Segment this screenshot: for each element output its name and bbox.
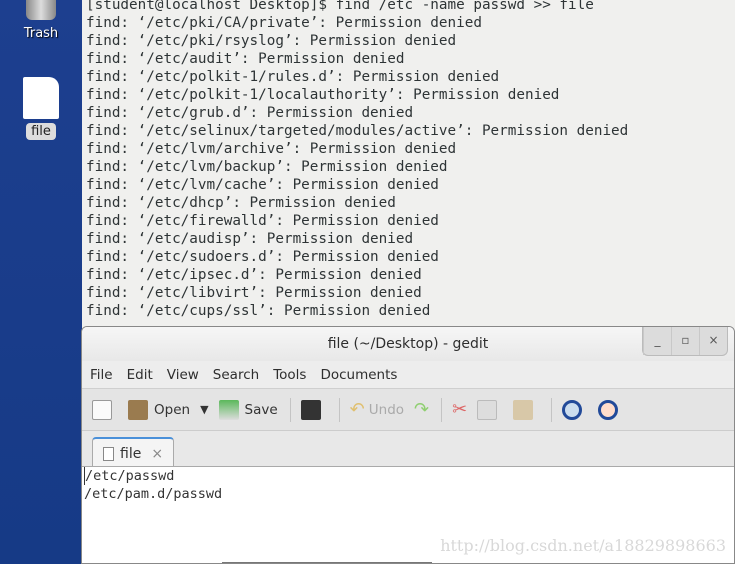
terminal-line: find: ‘/etc/grub.d’: Permission denied: [86, 105, 414, 121]
gedit-window: file (~/Desktop) - gedit _ ▫ × File Edit…: [81, 326, 735, 564]
terminal-line: find: ‘/etc/lvm/cache’: Permission denie…: [86, 177, 439, 193]
terminal-line: find: ‘/etc/pki/rsyslog’: Permission den…: [86, 33, 457, 49]
text-editor[interactable]: /etc/passwd /etc/pam.d/passwd http://blo…: [82, 466, 734, 563]
terminal-line: find: ‘/etc/libvirt’: Permission denied: [86, 285, 422, 301]
open-label: Open: [154, 401, 191, 418]
window-title: file (~/Desktop) - gedit: [327, 336, 489, 352]
terminal-line: find: ‘/etc/selinux/targeted/modules/act…: [86, 123, 629, 139]
save-button[interactable]: Save: [218, 399, 278, 420]
terminal-line: find: ‘/etc/ipsec.d’: Permission denied: [86, 267, 422, 283]
tab-label: file: [120, 445, 142, 462]
copy-icon: [477, 399, 498, 420]
tab-bar: file ×: [82, 431, 734, 468]
undo-icon: ↶: [349, 399, 365, 420]
new-document-icon: [92, 399, 112, 420]
trash-label: Trash: [23, 26, 59, 41]
separator: [551, 397, 553, 422]
terminal-line: find: ‘/etc/sudoers.d’: Permission denie…: [86, 249, 439, 265]
file-icon: [23, 77, 59, 119]
file-label: file: [26, 123, 56, 140]
redo-icon: ↷: [414, 399, 430, 420]
separator: [338, 397, 340, 422]
toolbar: Open ▼ Save ↶ Undo ↷ ✂: [82, 389, 734, 431]
cut-button[interactable]: ✂: [452, 399, 467, 420]
paste-button[interactable]: [513, 399, 539, 420]
tab-close-icon[interactable]: ×: [151, 446, 163, 462]
new-button[interactable]: [92, 399, 118, 420]
find-button[interactable]: [562, 399, 588, 420]
desktop-icon-trash[interactable]: Trash: [0, 0, 82, 41]
separator: [289, 397, 291, 422]
editor-line: /etc/pam.d/passwd: [84, 486, 223, 502]
title-bar[interactable]: file (~/Desktop) - gedit _ ▫ ×: [82, 327, 734, 361]
maximize-button[interactable]: ▫: [671, 327, 699, 355]
open-button[interactable]: Open ▼: [128, 399, 209, 420]
folder-icon: [128, 399, 148, 420]
paste-icon: [513, 399, 534, 420]
menu-search[interactable]: Search: [213, 367, 259, 383]
print-button[interactable]: [300, 399, 327, 420]
redo-button[interactable]: ↷: [414, 399, 429, 420]
menu-file[interactable]: File: [90, 367, 113, 383]
editor-line: /etc/passwd: [84, 467, 734, 485]
menu-tools[interactable]: Tools: [273, 367, 306, 383]
undo-button[interactable]: ↶ Undo: [350, 399, 404, 420]
desktop: Trash file: [0, 0, 82, 564]
minimize-button[interactable]: _: [643, 327, 671, 355]
separator: [441, 397, 443, 422]
chevron-down-icon[interactable]: ▼: [200, 403, 208, 416]
menu-documents[interactable]: Documents: [320, 367, 397, 383]
desktop-icon-file[interactable]: file: [0, 77, 82, 140]
terminal-line: find: ‘/etc/audisp’: Permission denied: [86, 231, 414, 247]
document-icon: [103, 446, 114, 461]
save-label: Save: [244, 401, 278, 418]
terminal-line: find: ‘/etc/cups/ssl’: Permission denied: [86, 303, 431, 319]
menu-edit[interactable]: Edit: [127, 367, 153, 383]
terminal-line: find: ‘/etc/lvm/archive’: Permission den…: [86, 141, 457, 157]
terminal-output: [student@localhost Desktop]$ find /etc -…: [86, 0, 735, 320]
find-replace-icon: [598, 399, 619, 420]
copy-button[interactable]: [477, 399, 503, 420]
search-icon: [562, 399, 583, 420]
terminal-line: find: ‘/etc/lvm/backup’: Permission deni…: [86, 159, 448, 175]
replace-button[interactable]: [598, 399, 624, 420]
menu-bar: File Edit View Search Tools Documents: [82, 361, 734, 389]
tab-file[interactable]: file ×: [92, 437, 174, 468]
watermark: http://blog.csdn.net/a18829898663: [440, 536, 726, 555]
save-icon: [218, 399, 239, 420]
terminal-line: find: ‘/etc/polkit-1/rules.d’: Permissio…: [86, 69, 500, 85]
terminal-line: find: ‘/etc/firewalld’: Permission denie…: [86, 213, 439, 229]
terminal-line: find: ‘/etc/pki/CA/private’: Permission …: [86, 15, 482, 31]
close-button[interactable]: ×: [699, 327, 727, 355]
menu-view[interactable]: View: [167, 367, 199, 383]
terminal-line: find: ‘/etc/polkit-1/localauthority’: Pe…: [86, 87, 560, 103]
terminal-line: [student@localhost Desktop]$ find /etc -…: [86, 0, 594, 13]
terminal-line: find: ‘/etc/audit’: Permission denied: [86, 51, 405, 67]
scissors-icon: ✂: [452, 399, 468, 420]
undo-label: Undo: [368, 401, 405, 418]
trash-icon: [26, 0, 56, 20]
printer-icon: [300, 399, 321, 420]
terminal-line: find: ‘/etc/dhcp’: Permission denied: [86, 195, 396, 211]
